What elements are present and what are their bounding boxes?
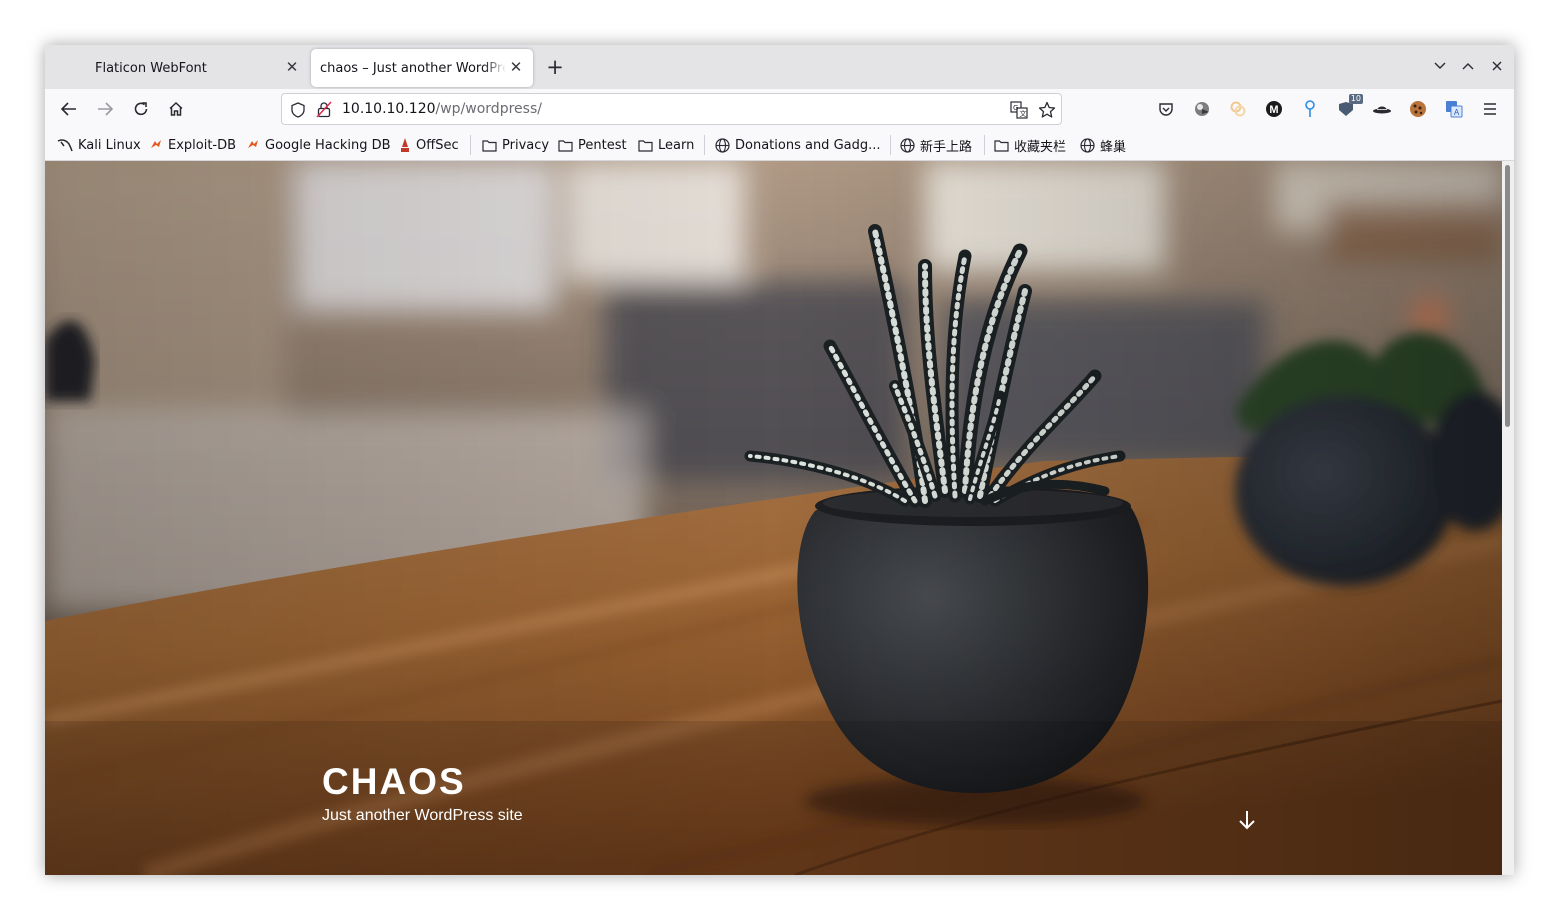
pocket-icon[interactable]	[1155, 98, 1177, 120]
cookie-icon[interactable]	[1407, 98, 1429, 120]
kali-icon	[57, 139, 73, 152]
globe-icon	[900, 137, 915, 153]
vertical-scrollbar[interactable]	[1502, 161, 1514, 875]
list-tabs-chevron-icon[interactable]	[1431, 57, 1449, 75]
bookmark-exploit-db[interactable]: Exploit-DB	[149, 136, 236, 154]
page-content: CHAOS Just another WordPress site	[45, 161, 1502, 875]
site-title[interactable]: CHAOS	[322, 761, 466, 803]
translate-icon[interactable]: G文	[1010, 101, 1028, 119]
bookmark-separator	[470, 135, 471, 155]
bookmark-separator	[984, 135, 985, 155]
home-icon	[169, 101, 183, 116]
url-host: 10.10.10.120	[342, 101, 436, 117]
folder-icon	[482, 139, 497, 152]
close-window-icon[interactable]	[1488, 57, 1506, 75]
bookmark-label: Privacy	[502, 137, 550, 153]
bookmark-label: Pentest	[578, 137, 627, 153]
exploitdb-icon	[151, 140, 161, 148]
bookmark-label: Kali Linux	[78, 137, 141, 153]
exploitdb-icon	[248, 140, 258, 148]
url-path: /wp/wordpress/	[435, 101, 542, 117]
extension-badge-count: 10	[1348, 94, 1363, 104]
tab-chaos[interactable]: chaos – Just another WordPress site ✕	[311, 49, 533, 87]
translator-extension-icon[interactable]: A	[1443, 98, 1465, 120]
scrollbar-thumb[interactable]	[1505, 165, 1510, 427]
bookmark-folder-pentest[interactable]: Pentest	[558, 136, 627, 154]
new-tab-button[interactable]: +	[545, 55, 565, 79]
tab-label: chaos – Just another WordPress site	[320, 60, 506, 76]
scroll-down-arrow-icon[interactable]	[1237, 809, 1257, 831]
bookmark-folder-privacy[interactable]: Privacy	[482, 136, 549, 154]
svg-text:G: G	[1013, 104, 1018, 112]
svg-text:M: M	[1269, 104, 1278, 116]
close-icon[interactable]: ✕	[507, 58, 525, 76]
forward-button[interactable]	[93, 98, 117, 120]
maximize-icon[interactable]	[1459, 57, 1477, 75]
shield-icon[interactable]	[291, 102, 305, 118]
bookmark-separator	[890, 135, 891, 155]
tab-strip: Flaticon WebFont ✕ chaos – Just another …	[45, 45, 1514, 89]
site-tagline: Just another WordPress site	[322, 807, 523, 824]
bookmark-label: 蜂巢	[1100, 139, 1127, 155]
svg-text:文: 文	[1020, 109, 1027, 118]
bookmark-label: Donations and Gadg...	[735, 137, 881, 153]
bookmark-folder-learn[interactable]: Learn	[638, 136, 694, 154]
bookmark-separator	[704, 135, 705, 155]
bookmark-kali-linux[interactable]: Kali Linux	[57, 136, 141, 154]
folder-icon	[994, 139, 1009, 152]
bookmark-hive[interactable]: 蜂巢	[1080, 136, 1127, 155]
metamask-m-icon[interactable]: M	[1263, 98, 1285, 120]
reload-button[interactable]	[129, 98, 153, 120]
globe-icon	[715, 137, 730, 153]
tab-flaticon[interactable]: Flaticon WebFont ✕	[51, 49, 309, 87]
hat-spy-icon[interactable]	[1371, 98, 1393, 120]
navigation-toolbar: 10.10.10.120/wp/wordpress/ G文 M 10 A	[45, 89, 1514, 129]
eagle-extension-icon[interactable]	[1191, 98, 1213, 120]
bookmark-label: Learn	[658, 137, 695, 153]
url-text[interactable]: 10.10.10.120/wp/wordpress/	[342, 101, 542, 117]
menu-hamburger-icon[interactable]	[1479, 98, 1501, 120]
reload-icon	[134, 102, 148, 116]
bookmark-label: OffSec	[416, 137, 459, 153]
back-button[interactable]	[57, 98, 81, 120]
folder-icon	[558, 139, 573, 152]
globe-icon	[1080, 137, 1095, 153]
bookmark-label: Google Hacking DB	[265, 137, 391, 153]
bookmarks-toolbar: Kali Linux Exploit-DB Google Hacking DB …	[45, 129, 1514, 161]
url-bar[interactable]: 10.10.10.120/wp/wordpress/ G文	[281, 93, 1062, 125]
offsec-icon	[401, 138, 409, 152]
location-pin-icon[interactable]	[1299, 98, 1321, 120]
bookmark-getting-started[interactable]: 新手上路	[900, 136, 973, 155]
bookmark-donations[interactable]: Donations and Gadg...	[715, 136, 881, 154]
bookmark-folder-favorites[interactable]: 收藏夹栏	[994, 136, 1067, 155]
shield-badge-icon[interactable]: 10	[1335, 94, 1363, 120]
bookmark-google-hacking-db[interactable]: Google Hacking DB	[246, 136, 391, 154]
cookie-chain-icon[interactable]	[1227, 98, 1249, 120]
bookmark-label: 新手上路	[920, 139, 973, 155]
svg-text:A: A	[1454, 108, 1460, 117]
home-button[interactable]	[164, 98, 188, 120]
folder-icon	[638, 139, 653, 152]
hero-image	[45, 161, 1502, 875]
back-arrow-icon	[61, 102, 76, 116]
bookmark-label: Exploit-DB	[168, 137, 237, 153]
browser-window: Flaticon WebFont ✕ chaos – Just another …	[45, 45, 1514, 875]
bookmark-star-icon[interactable]	[1038, 101, 1056, 119]
bookmark-offsec[interactable]: OffSec	[399, 136, 459, 154]
close-icon[interactable]: ✕	[283, 58, 301, 76]
tab-label: Flaticon WebFont	[95, 60, 207, 76]
bookmark-label: 收藏夹栏	[1014, 139, 1067, 155]
insecure-lock-icon[interactable]	[316, 101, 332, 118]
forward-arrow-icon	[98, 102, 113, 116]
